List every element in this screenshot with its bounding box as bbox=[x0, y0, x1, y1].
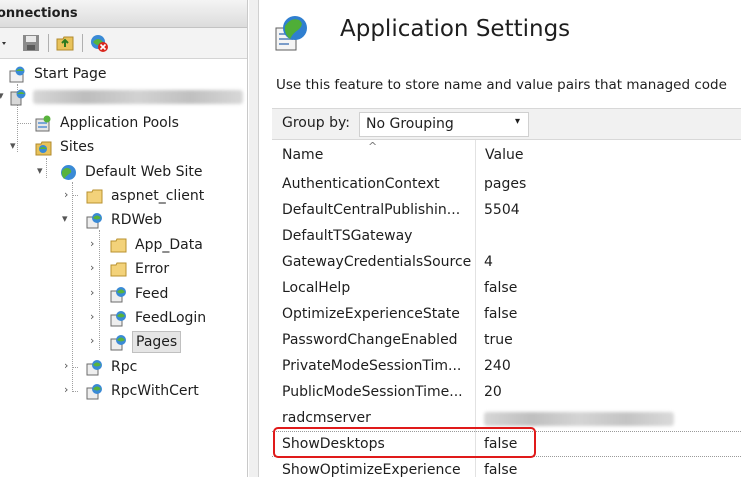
connections-pane: onnections Start Page ▾ Ap bbox=[0, 0, 248, 477]
web-app-icon bbox=[110, 335, 126, 351]
row-value: 4 bbox=[484, 254, 493, 270]
expand-arrow-icon[interactable]: › bbox=[90, 233, 94, 255]
start-page-icon bbox=[9, 66, 25, 83]
connections-header: onnections bbox=[0, 0, 247, 28]
row-name: PrivateModeSessionTim... bbox=[282, 358, 462, 374]
tree-label: Default Web Site bbox=[85, 164, 203, 180]
page-title: Application Settings bbox=[340, 16, 571, 42]
row-value: false bbox=[484, 306, 518, 322]
table-row[interactable]: ShowOptimizeExperience false bbox=[272, 458, 741, 477]
web-app-icon bbox=[110, 287, 126, 303]
globe-icon bbox=[61, 165, 76, 180]
row-value: false bbox=[484, 462, 518, 477]
group-by-value: No Grouping bbox=[366, 116, 454, 132]
application-settings-icon bbox=[275, 16, 307, 51]
expand-arrow-icon[interactable]: › bbox=[64, 355, 68, 377]
table-row[interactable]: PasswordChangeEnabled true bbox=[272, 328, 741, 354]
table-row[interactable]: DefaultTSGateway bbox=[272, 224, 741, 250]
row-name: LocalHelp bbox=[282, 280, 351, 296]
tree-label: RpcWithCert bbox=[111, 383, 199, 399]
web-app-icon bbox=[86, 213, 102, 229]
collapse-arrow-icon[interactable]: ▾ bbox=[62, 208, 68, 230]
collapse-arrow-icon[interactable]: ▾ bbox=[0, 85, 4, 107]
expand-arrow-icon[interactable]: › bbox=[64, 184, 68, 206]
redacted-value bbox=[484, 412, 674, 426]
connect-dropdown-icon[interactable] bbox=[0, 34, 10, 52]
web-app-icon bbox=[86, 384, 102, 400]
table-row[interactable]: AuthenticationContext pages bbox=[272, 172, 741, 198]
tree-label: aspnet_client bbox=[111, 188, 205, 204]
row-name: PublicModeSessionTime... bbox=[282, 384, 463, 400]
expand-arrow-icon[interactable]: › bbox=[90, 330, 94, 352]
group-by-label: Group by: bbox=[282, 115, 350, 131]
folder-icon bbox=[110, 238, 127, 253]
sort-ascending-icon: ^ bbox=[368, 140, 378, 153]
tree-label: Start Page bbox=[34, 66, 107, 82]
tree-label: Sites bbox=[60, 139, 95, 155]
connections-toolbar bbox=[0, 28, 247, 59]
row-name: DefaultCentralPublishin... bbox=[282, 202, 461, 218]
disconnect-icon[interactable] bbox=[90, 34, 108, 52]
tree-label: Feed bbox=[135, 286, 169, 302]
table-row[interactable]: DefaultCentralPublishin... 5504 bbox=[272, 198, 741, 224]
table-row[interactable]: PrivateModeSessionTim... 240 bbox=[272, 354, 741, 380]
feature-pane: Application Settings Use this feature to… bbox=[260, 0, 741, 477]
table-row[interactable]: GatewayCredentialsSource 4 bbox=[272, 250, 741, 276]
row-name: DefaultTSGateway bbox=[282, 228, 413, 244]
row-value: 240 bbox=[484, 358, 511, 374]
dropdown-arrow-icon: ▾ bbox=[514, 116, 520, 127]
tree-label: RDWeb bbox=[111, 212, 163, 228]
table-row[interactable]: PublicModeSessionTime... 20 bbox=[272, 380, 741, 406]
column-header-value[interactable]: Value bbox=[475, 140, 741, 172]
row-value: 20 bbox=[484, 384, 502, 400]
expand-arrow-icon[interactable]: › bbox=[90, 306, 94, 328]
server-name-redacted bbox=[33, 90, 243, 104]
row-name: GatewayCredentialsSource bbox=[282, 254, 472, 270]
app-pools-icon bbox=[35, 115, 51, 132]
column-header-label: Name bbox=[282, 147, 324, 163]
save-icon[interactable] bbox=[22, 34, 40, 52]
row-value: 5504 bbox=[484, 202, 520, 218]
row-value: true bbox=[484, 332, 513, 348]
tree-label: Rpc bbox=[111, 359, 138, 375]
web-app-icon bbox=[86, 360, 102, 376]
pane-splitter[interactable] bbox=[249, 0, 259, 477]
up-folder-icon[interactable] bbox=[56, 34, 74, 52]
group-by-bar: Group by: No Grouping ▾ bbox=[272, 108, 741, 140]
row-name: ShowOptimizeExperience bbox=[282, 462, 461, 477]
tree-label: FeedLogin bbox=[135, 310, 207, 326]
folder-icon bbox=[86, 189, 103, 204]
group-by-dropdown[interactable]: No Grouping ▾ bbox=[359, 112, 529, 137]
connections-title: onnections bbox=[0, 6, 78, 21]
collapse-arrow-icon[interactable]: ▾ bbox=[10, 135, 16, 157]
tree-label: App_Data bbox=[135, 237, 203, 253]
server-icon bbox=[10, 89, 26, 106]
folder-icon bbox=[110, 262, 127, 277]
row-name: radcmserver bbox=[282, 410, 371, 426]
row-name: AuthenticationContext bbox=[282, 176, 440, 192]
column-header-label: Value bbox=[485, 147, 524, 163]
tree-label: Error bbox=[135, 261, 170, 277]
web-app-icon bbox=[110, 311, 126, 327]
table-row[interactable]: OptimizeExperienceState false bbox=[272, 302, 741, 328]
tree-label: Application Pools bbox=[60, 115, 179, 131]
table-row[interactable]: LocalHelp false bbox=[272, 276, 741, 302]
page-description: Use this feature to store name and value… bbox=[276, 77, 727, 93]
row-name: PasswordChangeEnabled bbox=[282, 332, 458, 348]
row-name: OptimizeExperienceState bbox=[282, 306, 460, 322]
tree-label: Pages bbox=[132, 331, 182, 353]
sites-icon bbox=[35, 141, 52, 156]
row-value: false bbox=[484, 280, 518, 296]
collapse-arrow-icon[interactable]: ▾ bbox=[37, 160, 43, 182]
expand-arrow-icon[interactable]: › bbox=[90, 257, 94, 279]
highlight-annotation bbox=[273, 427, 536, 458]
row-value: pages bbox=[484, 176, 527, 192]
expand-arrow-icon[interactable]: › bbox=[90, 282, 94, 304]
expand-arrow-icon[interactable]: › bbox=[64, 379, 68, 401]
